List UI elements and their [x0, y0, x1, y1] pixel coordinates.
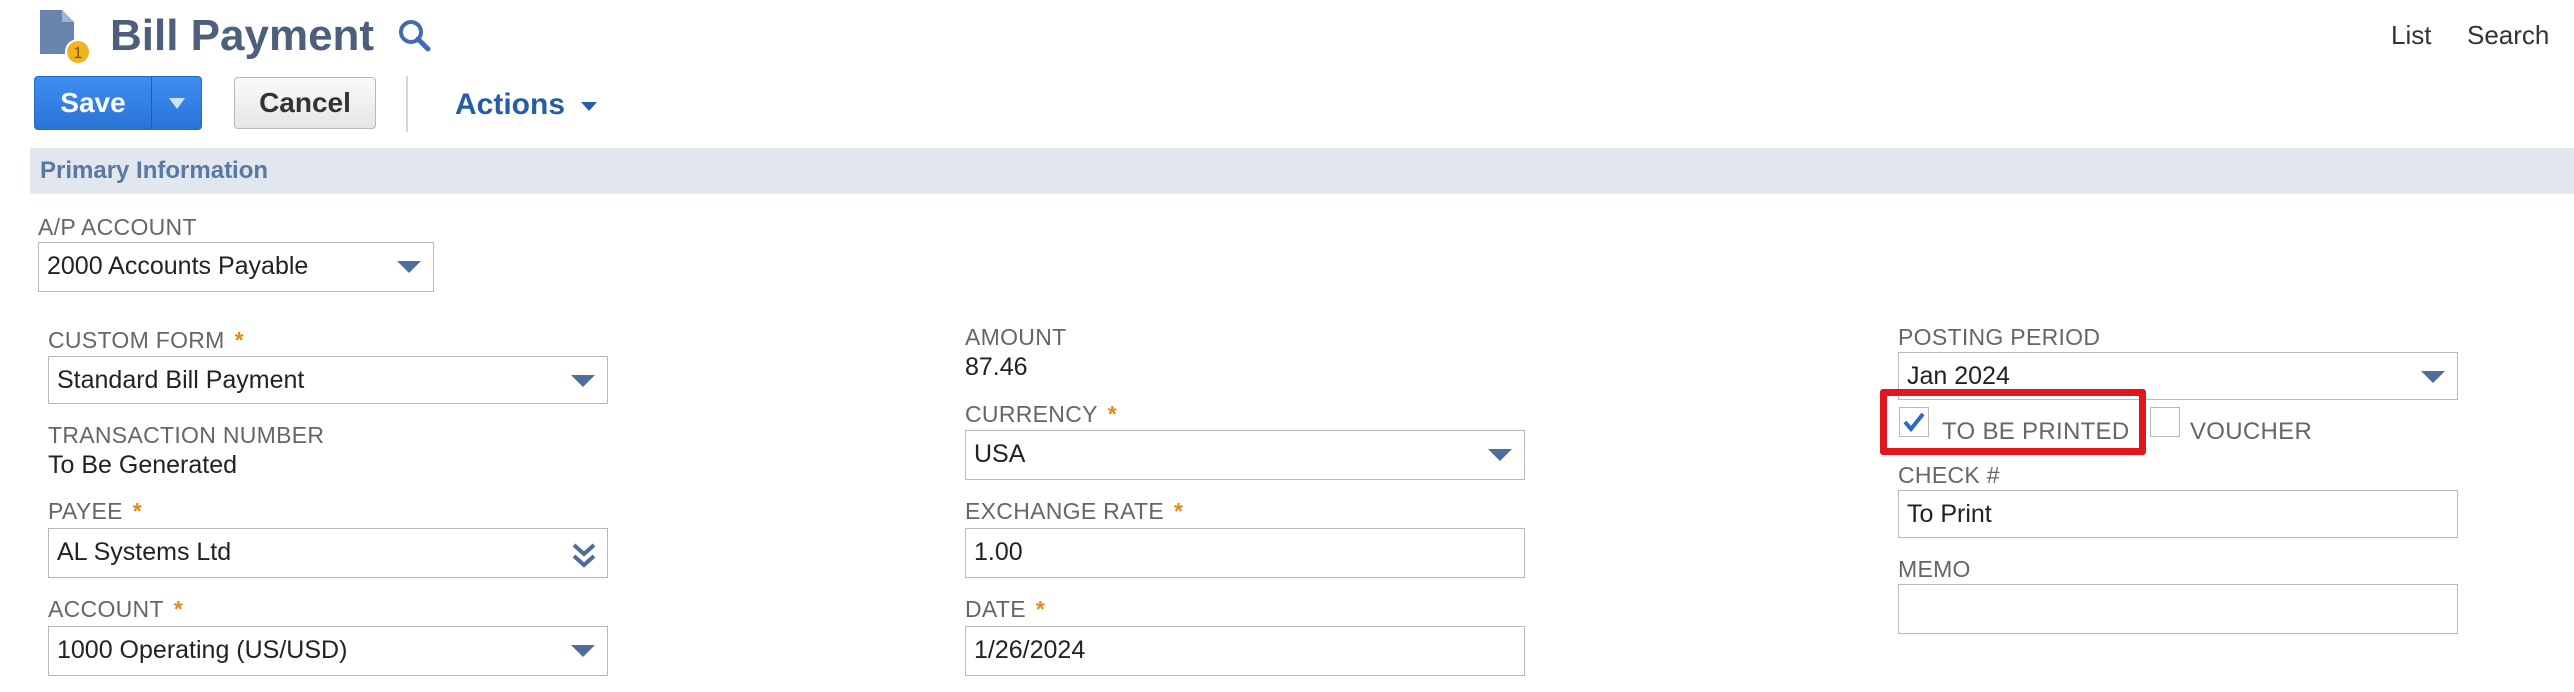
transaction-number-value: To Be Generated [48, 451, 238, 479]
account-value: 1000 Operating (US/USD) [57, 636, 348, 664]
caret-down-icon [581, 102, 598, 112]
account-label: ACCOUNT * [48, 596, 184, 622]
actions-label: Actions [455, 88, 566, 121]
ap-account-value: 2000 Accounts Payable [47, 252, 309, 280]
chevron-down-icon [1488, 449, 1512, 461]
save-button-group: Save [34, 76, 202, 130]
account-select[interactable]: 1000 Operating (US/USD) [48, 626, 608, 676]
payee-select[interactable]: AL Systems Ltd [48, 528, 608, 578]
check-number-value: To Print [1907, 500, 1992, 528]
check-number-input[interactable]: To Print [1898, 490, 2458, 538]
bill-payment-page-icon: 1 [36, 8, 92, 68]
amount-label: AMOUNT [965, 324, 1067, 350]
memo-label: MEMO [1898, 556, 1971, 582]
payee-value: AL Systems Ltd [57, 538, 232, 566]
cancel-button[interactable]: Cancel [234, 77, 376, 129]
payee-label: PAYEE * [48, 498, 143, 524]
to-be-printed-highlight [1880, 389, 2146, 455]
section-header-bar[interactable] [30, 148, 2574, 194]
ap-account-select[interactable]: 2000 Accounts Payable [38, 242, 434, 292]
exchange-rate-value: 1.00 [974, 538, 1023, 566]
ap-account-label: A/P ACCOUNT [38, 214, 197, 240]
voucher-checkbox[interactable] [2150, 407, 2180, 437]
currency-select[interactable]: USA [965, 430, 1525, 480]
custom-form-value: Standard Bill Payment [57, 366, 305, 394]
custom-form-label: CUSTOM FORM * [48, 327, 244, 353]
exchange-rate-label: EXCHANGE RATE * [965, 498, 1184, 524]
amount-value: 87.46 [965, 353, 1028, 381]
transaction-number-label: TRANSACTION NUMBER [48, 422, 325, 448]
exchange-rate-input[interactable]: 1.00 [965, 528, 1525, 578]
search-icon[interactable] [395, 16, 435, 56]
chevron-down-icon [571, 645, 595, 657]
actions-menu[interactable]: Actions [455, 88, 599, 122]
posting-period-label: POSTING PERIOD [1898, 324, 2101, 350]
chevron-down-icon [571, 375, 595, 387]
toolbar-divider [406, 76, 408, 132]
page-icon-badge: 1 [74, 45, 83, 62]
section-title: Primary Information [40, 157, 269, 184]
page-title: Bill Payment [110, 11, 375, 60]
custom-form-select[interactable]: Standard Bill Payment [48, 356, 608, 404]
save-button[interactable]: Save [35, 77, 151, 129]
currency-value: USA [974, 440, 1026, 468]
voucher-label: VOUCHER [2190, 418, 2313, 445]
memo-input[interactable] [1898, 584, 2458, 634]
check-number-label: CHECK # [1898, 462, 2000, 488]
date-input[interactable]: 1/26/2024 [965, 626, 1525, 676]
date-value: 1/26/2024 [974, 636, 1086, 664]
chevron-down-icon [397, 261, 421, 273]
list-link[interactable]: List [2391, 20, 2431, 51]
currency-label: CURRENCY * [965, 401, 1118, 427]
date-label: DATE * [965, 596, 1046, 622]
double-chevron-down-icon [571, 539, 597, 568]
search-link[interactable]: Search [2467, 20, 2549, 51]
save-options-dropdown[interactable] [151, 77, 202, 129]
posting-period-value: Jan 2024 [1907, 362, 2010, 390]
chevron-down-icon [2421, 371, 2445, 383]
chevron-down-icon [169, 98, 185, 109]
